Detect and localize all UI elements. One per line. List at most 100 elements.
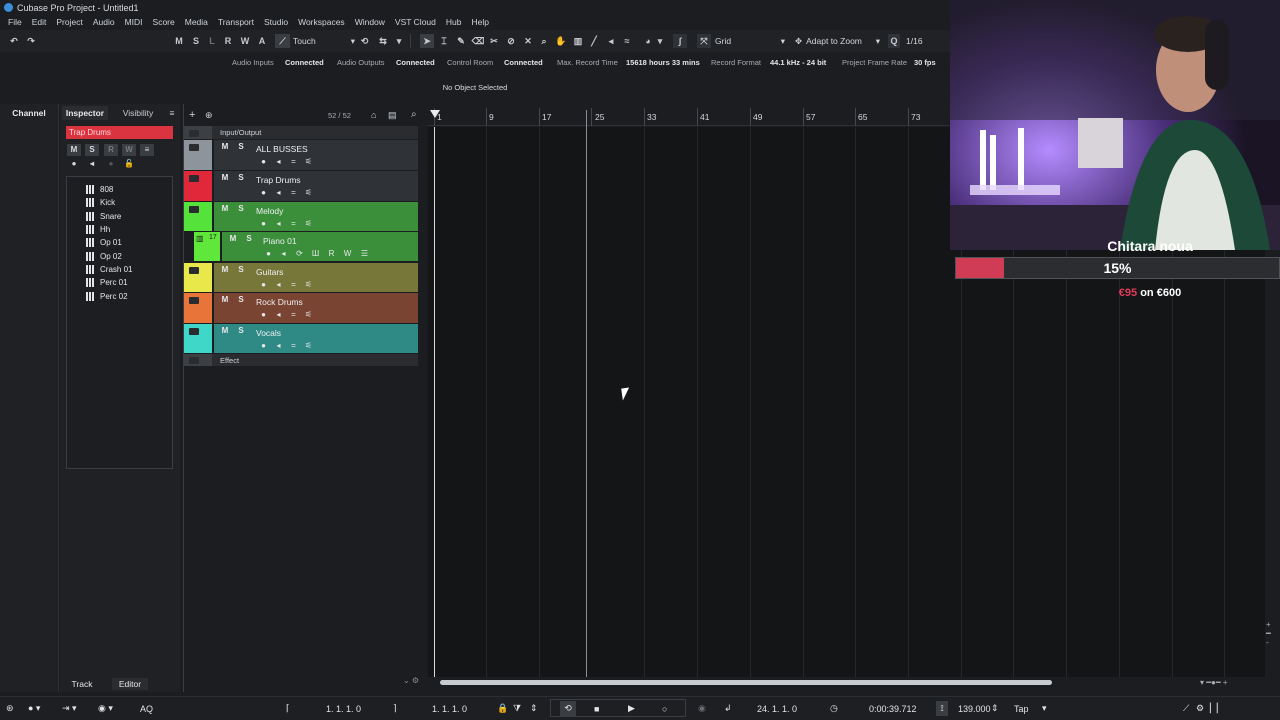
inspector-mute-button[interactable]: M <box>67 144 81 156</box>
record-icon[interactable]: ● <box>263 249 274 258</box>
snap-mode-icon[interactable]: ⇆ <box>376 34 390 48</box>
midi-icon[interactable]: ● <box>104 158 118 170</box>
inspector-track-name[interactable]: Trap Drums <box>66 126 173 139</box>
monitor-icon[interactable]: ◂ <box>85 158 99 170</box>
menu-vst-cloud[interactable]: VST Cloud <box>390 17 441 27</box>
solo-button[interactable]: S <box>235 204 247 214</box>
draw-tool-icon[interactable]: ✎ <box>455 34 467 48</box>
zoom-mode-dropdown[interactable]: ✥ Adapt to Zoom ▾ <box>795 34 880 48</box>
tab-editor[interactable]: Editor <box>112 678 148 690</box>
solo-button[interactable]: S <box>235 265 247 275</box>
audio-inputs-status[interactable]: Connected <box>285 58 324 67</box>
inspector-solo-button[interactable]: S <box>85 144 99 156</box>
record-mode-icon[interactable]: ● ▾ <box>28 701 40 716</box>
marker-icon[interactable]: ⧩ <box>513 701 521 716</box>
add-track-icon[interactable]: + <box>189 109 195 121</box>
list-item[interactable]: Snare <box>86 210 121 222</box>
stop-button[interactable]: ■ <box>594 701 599 716</box>
tempo-value[interactable]: 139.000 <box>958 701 991 716</box>
equals-icon[interactable]: = <box>288 280 299 289</box>
record-icon[interactable]: ● <box>258 310 269 319</box>
menu-project[interactable]: Project <box>51 17 87 27</box>
search-icon[interactable]: ⌕ <box>411 109 417 120</box>
play-button[interactable]: ▶ <box>628 701 635 716</box>
read-toggle-button[interactable]: R <box>222 34 234 48</box>
range-tool-icon[interactable]: ⌶ <box>438 34 450 48</box>
monitor-icon[interactable]: ◂ <box>273 188 284 197</box>
edit-icon[interactable]: ⚟ <box>303 219 314 228</box>
crossfade-icon[interactable]: ∫ <box>673 34 687 48</box>
automation-toggle-button[interactable]: A <box>256 34 268 48</box>
tempo-track-icon[interactable]: ⟟ <box>936 701 948 716</box>
menu-audio[interactable]: Audio <box>88 17 120 27</box>
add-track-instrument-icon[interactable]: ⊕ <box>205 110 213 121</box>
equals-icon[interactable]: = <box>288 219 299 228</box>
inspector-edit-icon[interactable]: ≡ <box>140 144 154 156</box>
project-cursor[interactable] <box>586 110 587 677</box>
record-icon[interactable]: ● <box>258 157 269 166</box>
quantize-icon[interactable]: Q <box>888 34 900 48</box>
left-locator-value[interactable]: 1. 1. 1. 0 <box>326 701 361 716</box>
nudge-icon[interactable]: ⇕ <box>530 701 538 716</box>
grid-type-dropdown[interactable]: Grid ▾ <box>715 34 785 48</box>
right-locator-icon[interactable]: ⌉ <box>393 701 397 716</box>
record-enable-icon[interactable]: ● <box>67 158 81 170</box>
listen-toggle-button[interactable]: L <box>206 34 218 48</box>
audio-quantize-icon[interactable]: AQ <box>140 701 153 716</box>
secondary-time-display[interactable]: 0:00:39.712 <box>869 701 917 716</box>
list-item[interactable]: Crash 01 <box>86 263 132 275</box>
left-locator-marker[interactable] <box>430 110 440 118</box>
tempo-stepper-icon[interactable]: ⇕ <box>991 701 999 716</box>
cycle-icon[interactable]: ⟳ <box>294 249 305 258</box>
monitor-icon[interactable]: ◂ <box>273 157 284 166</box>
mute-button[interactable]: M <box>219 295 231 305</box>
punch-icon[interactable]: ⇥ ▾ <box>62 701 77 716</box>
track-trap-drums[interactable]: M S Trap Drums ● ◂ = ⚟ <box>184 171 418 201</box>
read-button[interactable]: R <box>326 249 337 258</box>
equals-icon[interactable]: = <box>288 188 299 197</box>
list-item[interactable]: Perc 02 <box>86 290 128 302</box>
undo-icon[interactable]: ↶ <box>8 34 20 48</box>
track-vocals[interactable]: M S Vocals ● ◂ = ⚟ <box>184 324 418 353</box>
tab-channel[interactable]: Channel <box>6 106 52 120</box>
tab-inspector[interactable]: Inspector <box>62 106 108 120</box>
gear-icon[interactable]: ⚙ <box>1196 701 1204 716</box>
track-input-output[interactable]: Input/Output <box>184 126 418 139</box>
mute-button[interactable]: M <box>219 204 231 214</box>
solo-button[interactable]: S <box>235 326 247 336</box>
automation-mode-dropdown[interactable]: Touch ▾ <box>293 34 355 48</box>
list-item[interactable]: Perc 01 <box>86 276 128 288</box>
monitor-icon[interactable]: ◂ <box>273 280 284 289</box>
list-item[interactable]: Op 01 <box>86 236 122 248</box>
track-rock-drums[interactable]: M S Rock Drums ● ◂ = ⚟ <box>184 293 418 323</box>
color-tool-icon[interactable]: ◕ <box>641 34 655 48</box>
mute-button[interactable]: M <box>219 265 231 275</box>
edit-icon[interactable]: ⚟ <box>303 310 314 319</box>
menu-midi[interactable]: MIDI <box>120 17 148 27</box>
inspector-write-button[interactable]: W <box>122 144 136 156</box>
mute-button[interactable]: M <box>219 142 231 152</box>
tracklist-scroll-icon[interactable]: ⌄ ⚙ <box>403 676 419 685</box>
menu-transport[interactable]: Transport <box>213 17 259 27</box>
frame-rate-value[interactable]: 30 fps <box>914 58 936 67</box>
record-icon[interactable]: ● <box>258 280 269 289</box>
menu-icon[interactable]: ≡ <box>166 106 178 120</box>
equals-icon[interactable]: = <box>288 157 299 166</box>
record-icon[interactable]: ● <box>258 219 269 228</box>
track-effect[interactable]: Effect <box>184 354 418 366</box>
menu-studio[interactable]: Studio <box>259 17 293 27</box>
record-button[interactable]: ○ <box>662 701 667 716</box>
folder-home-icon[interactable]: ⌂ <box>371 110 376 120</box>
audio-outputs-status[interactable]: Connected <box>396 58 435 67</box>
zoom-tool-icon[interactable]: ⌕ <box>538 34 550 48</box>
menu-file[interactable]: File <box>3 17 27 27</box>
list-item[interactable]: Op 02 <box>86 250 122 262</box>
piano-roll-icon[interactable]: Ш <box>310 249 321 258</box>
settings-icon[interactable]: ⊛ <box>6 701 14 716</box>
ruler[interactable]: 1 9 17 25 33 41 49 57 65 73 <box>428 108 949 126</box>
track-piano-01[interactable]: ▥ 17 M S Piano 01 ● ◂ ⟳ Ш R W ☰ <box>184 232 418 261</box>
lock-icon[interactable]: 🔓 <box>122 158 136 170</box>
chevron-down-icon[interactable]: ▾ <box>656 34 664 48</box>
write-button[interactable]: W <box>342 249 353 258</box>
snap-toggle-icon[interactable]: ⤧ <box>697 34 711 48</box>
